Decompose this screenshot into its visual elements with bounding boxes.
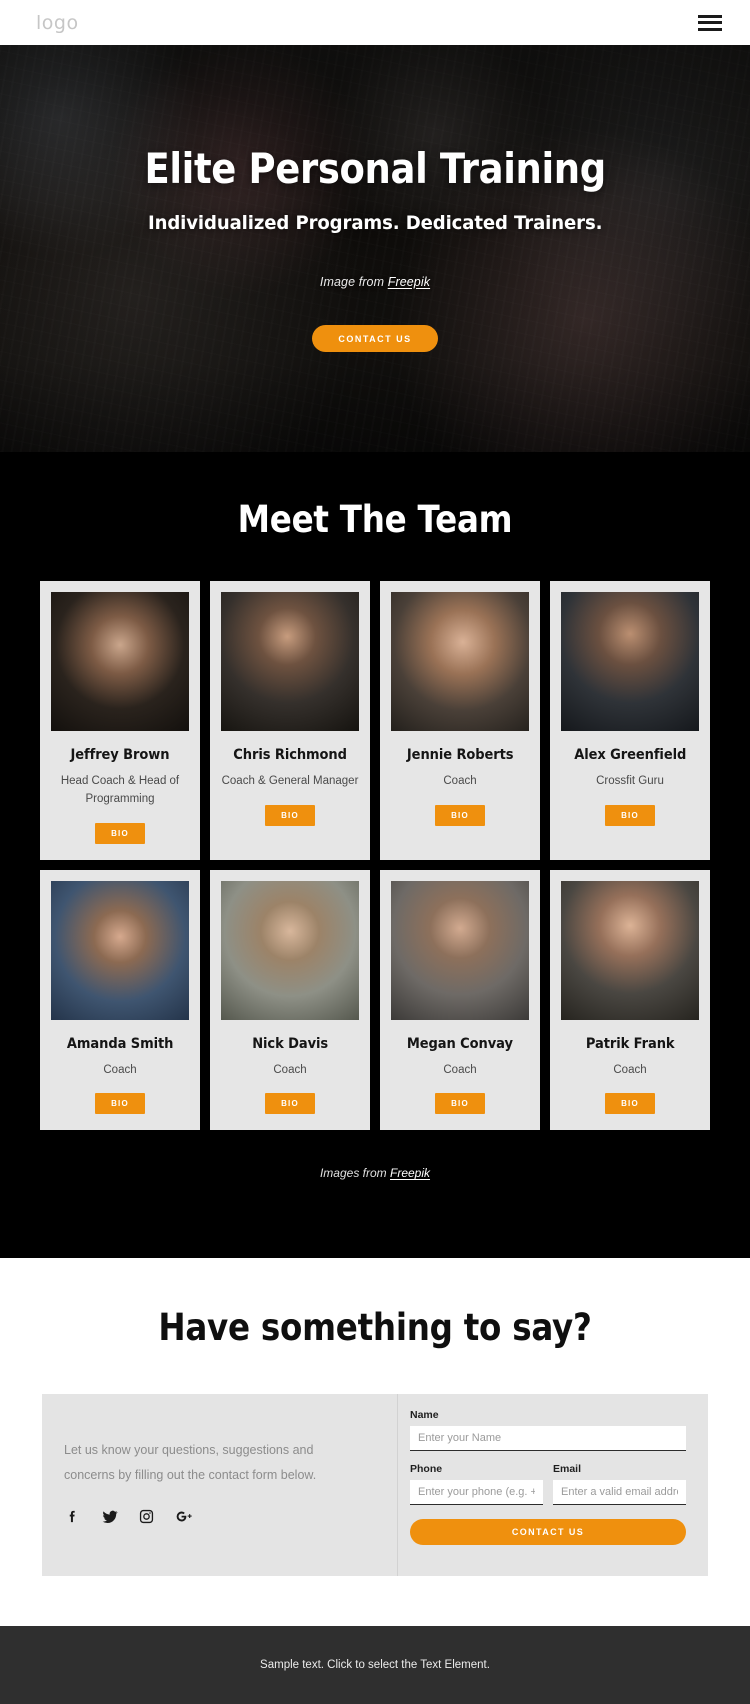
- hero-section: Elite Personal Training Individualized P…: [0, 45, 750, 452]
- team-card[interactable]: Megan Convay Coach BIO: [380, 869, 540, 1131]
- hero-contact-us-button[interactable]: CONTACT US: [312, 325, 438, 352]
- team-member-photo: [561, 880, 699, 1020]
- contact-section: Have something to say? Let us know your …: [0, 1258, 750, 1627]
- logo[interactable]: logo: [36, 12, 79, 34]
- hamburger-icon[interactable]: [698, 14, 722, 32]
- team-member-role: Coach: [273, 1063, 307, 1076]
- team-member-name: Megan Convay: [406, 1035, 514, 1052]
- footer-text[interactable]: Sample text. Click to select the Text El…: [260, 1659, 490, 1671]
- hamburger-bar: [698, 21, 722, 24]
- team-card[interactable]: Amanda Smith Coach BIO: [40, 869, 200, 1131]
- social-links: [64, 1508, 363, 1525]
- instagram-icon[interactable]: [138, 1508, 155, 1525]
- team-card[interactable]: Patrik Frank Coach BIO: [550, 869, 710, 1131]
- phone-field-label: Phone: [410, 1463, 443, 1476]
- google-plus-icon[interactable]: [175, 1508, 192, 1525]
- hero-credit-prefix: Image from: [319, 275, 388, 289]
- team-card[interactable]: Nick Davis Coach BIO: [210, 869, 370, 1131]
- team-member-photo: [391, 592, 529, 731]
- team-card[interactable]: Alex Greenfield Crossfit Guru BIO: [550, 581, 710, 860]
- team-section: Meet The Team Jeffrey Brown Head Coach &…: [0, 452, 750, 1259]
- bio-button[interactable]: BIO: [435, 1093, 485, 1115]
- team-card[interactable]: Jeffrey Brown Head Coach & Head of Progr…: [40, 581, 200, 860]
- hero-image-credit: Image from Freepik: [320, 275, 430, 289]
- team-member-name: Chris Richmond: [233, 747, 347, 763]
- hero-subtitle: Individualized Programs. Dedicated Train…: [147, 212, 603, 234]
- contact-box: Let us know your questions, suggestions …: [42, 1394, 708, 1577]
- hero-credit-link[interactable]: Freepik: [388, 275, 430, 289]
- team-member-role: Coach & General Manager: [221, 775, 359, 787]
- bio-button[interactable]: BIO: [95, 1093, 145, 1115]
- bio-button[interactable]: BIO: [265, 804, 315, 826]
- contact-description: Let us know your questions, suggestions …: [64, 1443, 317, 1483]
- site-header: logo: [0, 0, 750, 45]
- hamburger-bar: [698, 14, 722, 18]
- team-member-photo: [221, 592, 359, 731]
- team-member-photo: [221, 880, 359, 1020]
- team-member-photo: [51, 880, 189, 1020]
- name-field-label: Name: [410, 1409, 439, 1422]
- team-member-role: Coach: [443, 1063, 477, 1076]
- team-credit-link[interactable]: Freepik: [390, 1166, 430, 1180]
- team-card[interactable]: Jennie Roberts Coach BIO: [380, 581, 540, 860]
- facebook-icon[interactable]: [64, 1508, 81, 1525]
- contact-submit-button[interactable]: CONTACT US: [410, 1519, 686, 1546]
- bio-button[interactable]: BIO: [605, 1093, 655, 1115]
- contact-info-panel: Let us know your questions, suggestions …: [42, 1394, 398, 1577]
- team-member-name: Jeffrey Brown: [70, 747, 170, 763]
- email-input[interactable]: [553, 1480, 686, 1506]
- team-member-photo: [561, 592, 699, 731]
- team-grid: Jeffrey Brown Head Coach & Head of Progr…: [40, 581, 710, 1131]
- team-credit-prefix: Images from: [319, 1166, 390, 1181]
- bio-button[interactable]: BIO: [605, 804, 655, 826]
- team-member-name: Nick Davis: [252, 1035, 328, 1052]
- team-member-role: Coach: [443, 775, 477, 787]
- name-input[interactable]: [410, 1426, 686, 1452]
- team-member-role: Coach: [103, 1063, 137, 1076]
- hamburger-bar: [698, 27, 722, 31]
- team-member-name: Jennie Roberts: [406, 747, 514, 763]
- team-member-role: Crossfit Guru: [596, 775, 664, 787]
- team-member-name: Alex Greenfield: [574, 747, 686, 763]
- site-footer: Sample text. Click to select the Text El…: [0, 1626, 750, 1704]
- team-card[interactable]: Chris Richmond Coach & General Manager B…: [210, 581, 370, 860]
- team-member-role: Head Coach & Head of Programming: [60, 775, 180, 805]
- bio-button[interactable]: BIO: [265, 1093, 315, 1115]
- email-field-label: Email: [553, 1463, 582, 1476]
- team-member-photo: [51, 592, 189, 731]
- bio-button[interactable]: BIO: [95, 822, 145, 844]
- team-member-name: Amanda Smith: [66, 1035, 174, 1052]
- team-images-credit: Images from Freepik: [0, 1166, 750, 1180]
- hero-title: Elite Personal Training: [144, 144, 606, 193]
- contact-form: Name Phone Email CONTACT US: [398, 1394, 708, 1576]
- twitter-icon[interactable]: [101, 1508, 118, 1525]
- contact-section-title: Have something to say?: [158, 1306, 592, 1350]
- phone-input[interactable]: [410, 1480, 543, 1506]
- team-member-role: Coach: [613, 1063, 647, 1076]
- team-member-name: Patrik Frank: [585, 1035, 675, 1052]
- team-member-photo: [391, 880, 529, 1020]
- bio-button[interactable]: BIO: [435, 804, 485, 826]
- team-section-title: Meet The Team: [237, 498, 513, 541]
